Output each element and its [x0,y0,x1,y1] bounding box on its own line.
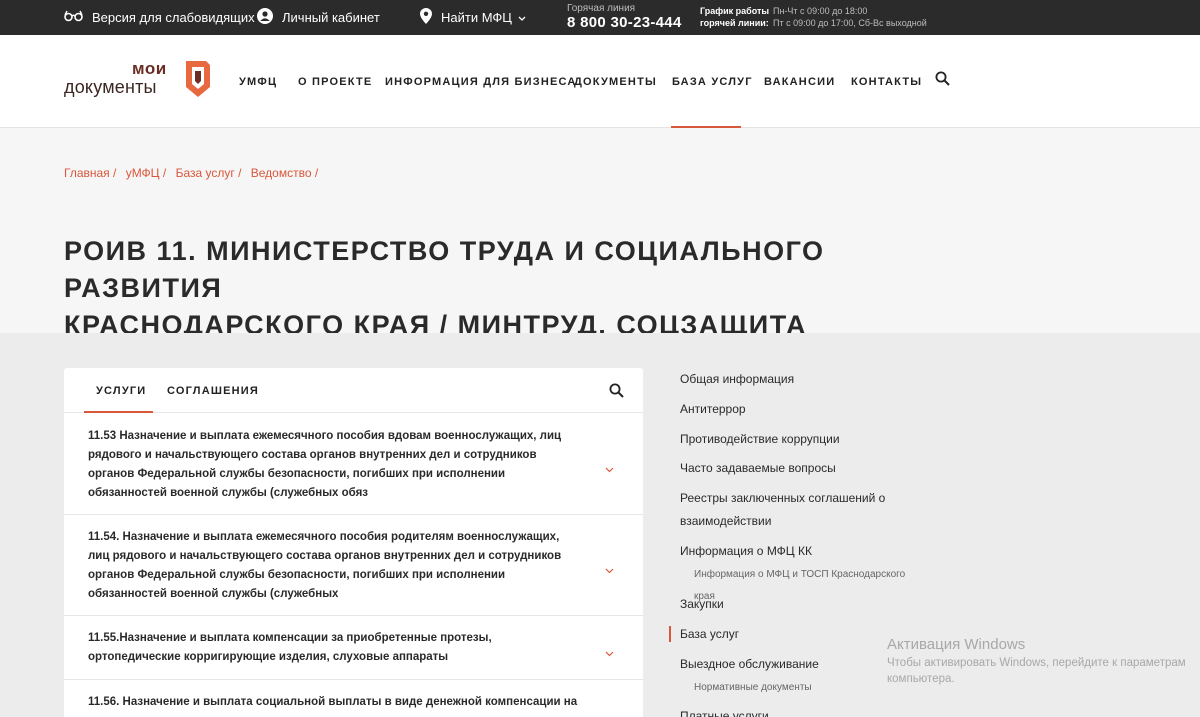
service-item[interactable]: 11.54. Назначение и выплата ежемесячного… [64,515,643,616]
sidenav-mfc-info[interactable]: Информация о МФЦ КК [680,540,900,562]
hotline-number[interactable]: 8 800 30-23-444 [567,14,682,32]
service-item[interactable]: 11.53 Назначение и выплата ежемесячного … [64,414,643,515]
search-icon[interactable] [935,71,950,91]
sidenav-active-indicator [669,626,671,642]
nav-umfc[interactable]: УМФЦ [239,35,277,128]
page-title-line-1: РОИВ 11. МИНИСТЕРСТВО ТРУДА И СОЦИАЛЬНОГ… [64,236,825,303]
watermark-line-1: Чтобы активировать Windows, перейдите к … [887,657,1186,669]
nav-services-base[interactable]: БАЗА УСЛУГ [672,35,753,128]
sidenav-faq[interactable]: Часто задаваемые вопросы [680,457,900,479]
sidenav-paid-services[interactable]: Платные услуги [680,705,900,717]
chevron-down-icon[interactable] [605,460,614,478]
tab-agreements[interactable]: СОГЛАШЕНИЯ [167,368,259,413]
breadcrumb-services-base[interactable]: База услуг / [176,166,242,180]
sidenav-general-info[interactable]: Общая информация [680,368,900,390]
service-title: 11.55.Назначение и выплата компенсации з… [88,632,492,663]
glasses-icon [64,10,83,25]
logo-line-1: мои [132,59,167,78]
nav-about[interactable]: О ПРОЕКТЕ [298,35,372,128]
sidenav-agreements-registry[interactable]: Реестры заключенных соглашений о [680,487,900,509]
sidenav-regulatory-docs[interactable]: Нормативные документы [694,677,914,699]
hotline-label: Горячая линия [567,3,636,14]
find-mfc-dropdown[interactable]: Найти МФЦ [420,0,526,35]
accessibility-label: Версия для слабовидящих [92,10,255,25]
schedule-key-2: горячей линии: [700,18,769,28]
watermark-title: Активация Windows [887,636,1026,653]
schedule-value-1: Пн-Чт с 09:00 до 18:00 [773,6,868,16]
logo-line-2: документы [64,77,157,97]
map-pin-icon [420,8,432,27]
chevron-down-icon [518,10,526,25]
nav-contacts[interactable]: КОНТАКТЫ [851,35,922,128]
main-header: мои документы УМФЦ О ПРОЕКТЕ ИНФОРМАЦИЯ … [0,35,1200,128]
sidenav-agreements-registry-cont[interactable]: взаимодействии [680,510,900,532]
sidenav-field-service[interactable]: Выездное обслуживание [680,653,900,675]
sidenav-services-base[interactable]: База услуг [680,623,900,645]
breadcrumb-home[interactable]: Главная / [64,166,116,180]
service-item[interactable]: 11.55.Назначение и выплата компенсации з… [64,616,643,680]
sidenav-purchases[interactable]: Закупки [680,593,900,615]
chevron-down-icon[interactable] [605,561,614,579]
user-icon [257,8,273,27]
nav-business-info[interactable]: ИНФОРМАЦИЯ ДЛЯ БИЗНЕСА [385,35,577,128]
tab-active-indicator [84,411,153,413]
service-title: 11.56. Назначение и выплата социальной в… [88,696,578,708]
nav-vacancies[interactable]: ВАКАНСИИ [764,35,835,128]
tabs-bar: УСЛУГИ СОГЛАШЕНИЯ [64,368,643,413]
title-section: Главная / уМФЦ / База услуг / Ведомство … [0,128,1200,340]
logo-mark-icon [182,57,214,102]
sidenav-anticorruption[interactable]: Противодействие коррупции [680,428,900,450]
hotline: Горячая линия 8 800 30-23-444 [567,3,682,32]
service-item[interactable]: 11.56. Назначение и выплата социальной в… [64,680,643,717]
windows-activation-watermark: Активация Windows Чтобы активировать Win… [887,635,1197,687]
find-mfc-label: Найти МФЦ [441,10,512,25]
sidenav-antiterror[interactable]: Антитеррор [680,398,900,420]
cabinet-link[interactable]: Личный кабинет [257,0,380,35]
cabinet-label: Личный кабинет [282,10,380,25]
breadcrumb-umfc[interactable]: уМФЦ / [126,166,167,180]
tab-services[interactable]: УСЛУГИ [96,368,146,413]
services-card: УСЛУГИ СОГЛАШЕНИЯ 11.53 Назначение и вып… [64,368,643,717]
breadcrumb: Главная / уМФЦ / База услуг / Ведомство … [64,166,324,180]
nav-documents[interactable]: ДОКУМЕНТЫ [574,35,657,128]
schedule-key-1: График работы [700,6,770,16]
service-title: 11.53 Назначение и выплата ежемесячного … [88,430,562,499]
service-title: 11.54. Назначение и выплата ежемесячного… [88,531,562,600]
watermark-line-2: компьютера. [887,673,955,685]
logo[interactable]: мои документы [64,57,216,105]
schedule-value-2: Пт с 09:00 до 17:00, Сб-Вс выходной [773,18,927,28]
top-bar: Версия для слабовидящих Личный кабинет Н… [0,0,1200,35]
accessibility-link[interactable]: Версия для слабовидящих [64,0,255,35]
chevron-down-icon[interactable] [605,644,614,662]
breadcrumb-agency[interactable]: Ведомство / [251,166,318,180]
page-title: РОИВ 11. МИНИСТЕРСТВО ТРУДА И СОЦИАЛЬНОГ… [64,233,964,344]
search-icon[interactable] [609,383,624,403]
